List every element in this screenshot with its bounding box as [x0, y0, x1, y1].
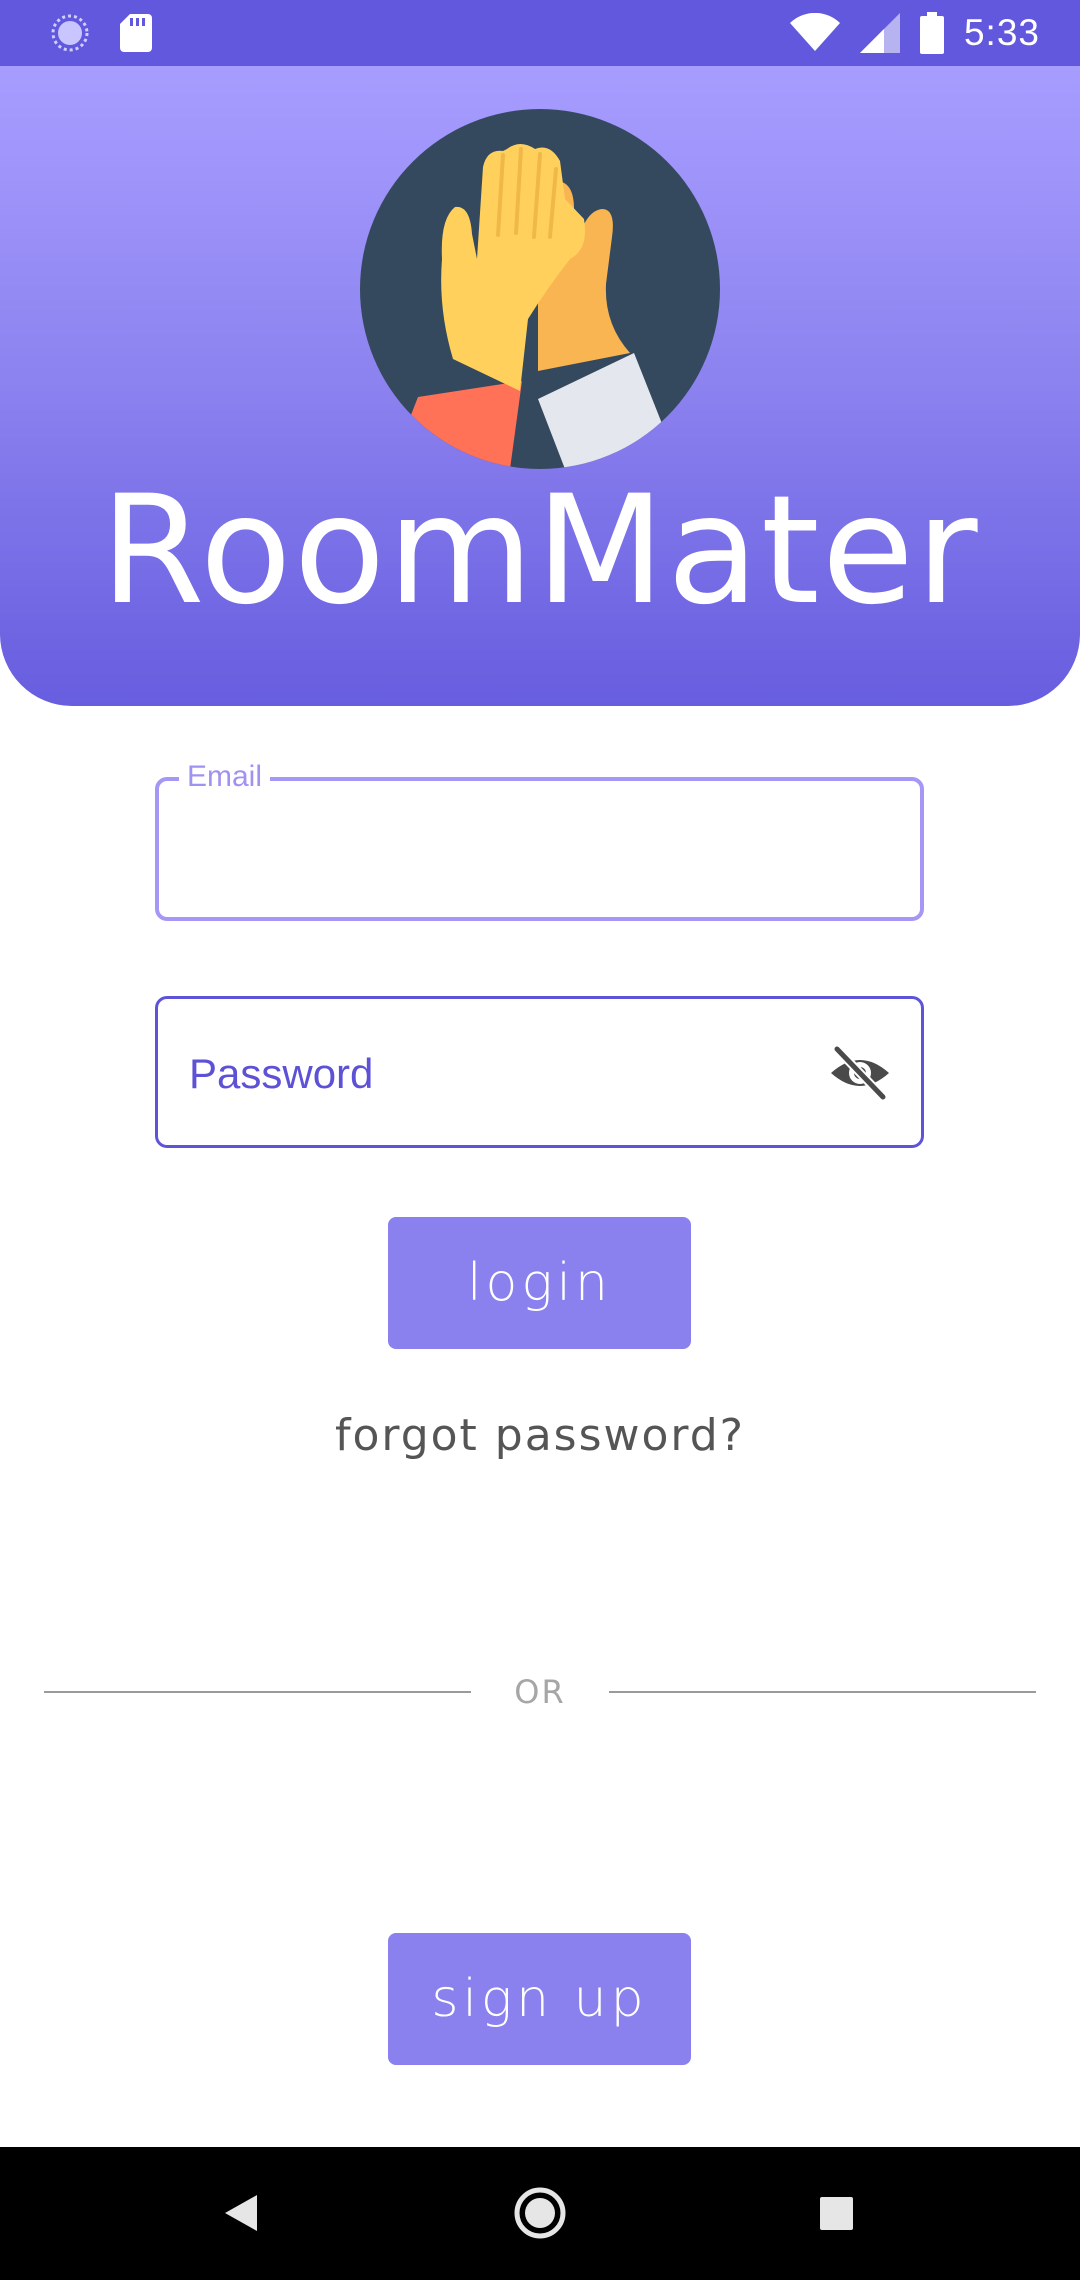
home-icon[interactable]	[510, 2183, 570, 2243]
app-title: RoomMater	[100, 464, 980, 638]
eye-off-icon[interactable]	[829, 1045, 891, 1101]
sd-card-icon	[120, 14, 152, 52]
navigation-bar	[0, 2147, 1080, 2280]
status-bar: 5:33	[0, 0, 1080, 66]
divider-left	[44, 1691, 471, 1693]
email-label: Email	[179, 755, 271, 799]
wifi-icon	[789, 13, 840, 51]
divider-right	[609, 1691, 1036, 1693]
header: RoomMater	[0, 66, 1080, 706]
login-button[interactable]: login	[388, 1217, 691, 1349]
battery-icon	[919, 12, 944, 54]
loading-icon	[51, 14, 89, 52]
forgot-password-link[interactable]: forgot password?	[0, 1410, 1080, 1461]
back-icon[interactable]	[213, 2183, 273, 2243]
cell-signal-icon	[859, 13, 900, 53]
high-five-icon	[360, 109, 720, 469]
signup-button[interactable]: sign up	[388, 1933, 691, 2065]
status-time: 5:33	[963, 12, 1040, 53]
password-field[interactable]: Password	[155, 996, 924, 1148]
login-screen: 5:33 RoomMater Email Password login forg…	[0, 0, 1080, 2280]
status-right-icons: 5:33	[789, 8, 1040, 58]
status-left-icons	[50, 12, 152, 54]
recents-icon[interactable]	[806, 2183, 866, 2243]
password-label: Password	[189, 1050, 374, 1097]
or-divider-text: OR	[514, 1673, 566, 1711]
email-field[interactable]: Email	[155, 755, 924, 921]
